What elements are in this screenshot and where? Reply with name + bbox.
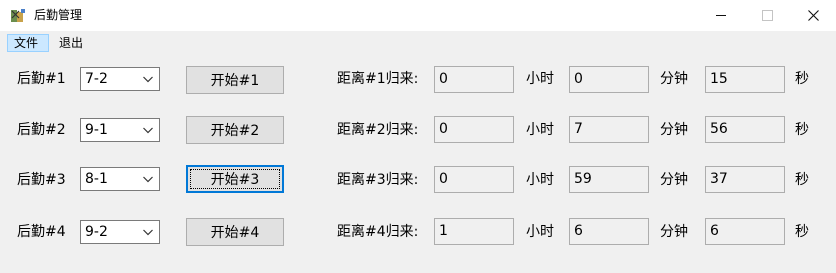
seconds-unit: 秒 bbox=[795, 122, 809, 138]
seconds-unit: 秒 bbox=[795, 224, 809, 240]
start-button-1[interactable]: 开始#1 bbox=[186, 66, 284, 94]
logistics-select-3[interactable]: 8-1 bbox=[80, 167, 160, 191]
hours-unit: 小时 bbox=[526, 172, 554, 188]
logistics-select-4[interactable]: 9-2 bbox=[80, 220, 160, 244]
seconds-field-2: 56 bbox=[705, 116, 785, 143]
hours-unit: 小时 bbox=[526, 122, 554, 138]
logistics-label: 后勤#2 bbox=[17, 122, 66, 138]
minimize-button[interactable] bbox=[698, 0, 744, 31]
minutes-unit: 分钟 bbox=[660, 122, 688, 138]
minutes-value: 6 bbox=[574, 223, 583, 239]
minutes-field-4: 6 bbox=[569, 218, 649, 245]
distance-label: 距离#4归来: bbox=[337, 224, 419, 240]
close-button[interactable] bbox=[790, 0, 836, 31]
minutes-value: 7 bbox=[574, 121, 583, 137]
app-icon bbox=[11, 9, 25, 22]
chevron-down-icon bbox=[143, 76, 153, 83]
hours-field-2: 0 bbox=[434, 116, 514, 143]
hours-field-1: 0 bbox=[434, 66, 514, 93]
minutes-field-1: 0 bbox=[569, 66, 649, 93]
hours-value: 0 bbox=[439, 171, 448, 187]
hours-unit: 小时 bbox=[526, 224, 554, 240]
minimize-icon bbox=[715, 15, 726, 16]
seconds-value: 6 bbox=[710, 223, 719, 239]
seconds-unit: 秒 bbox=[795, 71, 809, 87]
select-value: 9-1 bbox=[85, 122, 108, 138]
select-value: 9-2 bbox=[85, 224, 108, 240]
chevron-down-icon bbox=[143, 127, 153, 134]
seconds-unit: 秒 bbox=[795, 172, 809, 188]
hours-value: 0 bbox=[439, 121, 448, 137]
start-button-2[interactable]: 开始#2 bbox=[186, 116, 284, 144]
minutes-unit: 分钟 bbox=[660, 224, 688, 240]
distance-label: 距离#1归来: bbox=[337, 71, 419, 87]
minutes-unit: 分钟 bbox=[660, 172, 688, 188]
title-bar: 后勤管理 bbox=[0, 0, 836, 31]
minutes-value: 0 bbox=[574, 71, 583, 87]
start-button-3[interactable]: 开始#3 bbox=[186, 165, 284, 193]
seconds-value: 15 bbox=[710, 71, 728, 87]
seconds-value: 37 bbox=[710, 171, 728, 187]
hours-field-4: 1 bbox=[434, 218, 514, 245]
hours-unit: 小时 bbox=[526, 71, 554, 87]
logistics-label: 后勤#4 bbox=[17, 224, 66, 240]
maximize-button[interactable] bbox=[744, 0, 790, 31]
minutes-unit: 分钟 bbox=[660, 71, 688, 87]
minutes-field-2: 7 bbox=[569, 116, 649, 143]
chevron-down-icon bbox=[143, 176, 153, 183]
minutes-value: 59 bbox=[574, 171, 592, 187]
logistics-label: 后勤#1 bbox=[17, 71, 66, 87]
logistics-select-1[interactable]: 7-2 bbox=[80, 67, 160, 91]
maximize-icon bbox=[761, 10, 773, 21]
seconds-value: 56 bbox=[710, 121, 728, 137]
menu-bar: 文件 退出 bbox=[0, 31, 836, 55]
hours-field-3: 0 bbox=[434, 166, 514, 193]
distance-label: 距离#2归来: bbox=[337, 122, 419, 138]
seconds-field-3: 37 bbox=[705, 166, 785, 193]
select-value: 8-1 bbox=[85, 171, 108, 187]
close-icon bbox=[807, 10, 819, 21]
hours-value: 1 bbox=[439, 223, 448, 239]
logistics-select-2[interactable]: 9-1 bbox=[80, 118, 160, 142]
menu-exit[interactable]: 退出 bbox=[53, 34, 89, 52]
minutes-field-3: 59 bbox=[569, 166, 649, 193]
seconds-field-4: 6 bbox=[705, 218, 785, 245]
window-title: 后勤管理 bbox=[34, 8, 83, 22]
chevron-down-icon bbox=[143, 229, 153, 236]
select-value: 7-2 bbox=[85, 71, 108, 87]
logistics-label: 后勤#3 bbox=[17, 172, 66, 188]
distance-label: 距离#3归来: bbox=[337, 172, 419, 188]
hours-value: 0 bbox=[439, 71, 448, 87]
menu-file[interactable]: 文件 bbox=[7, 34, 49, 52]
start-button-4[interactable]: 开始#4 bbox=[186, 218, 284, 246]
seconds-field-1: 15 bbox=[705, 66, 785, 93]
